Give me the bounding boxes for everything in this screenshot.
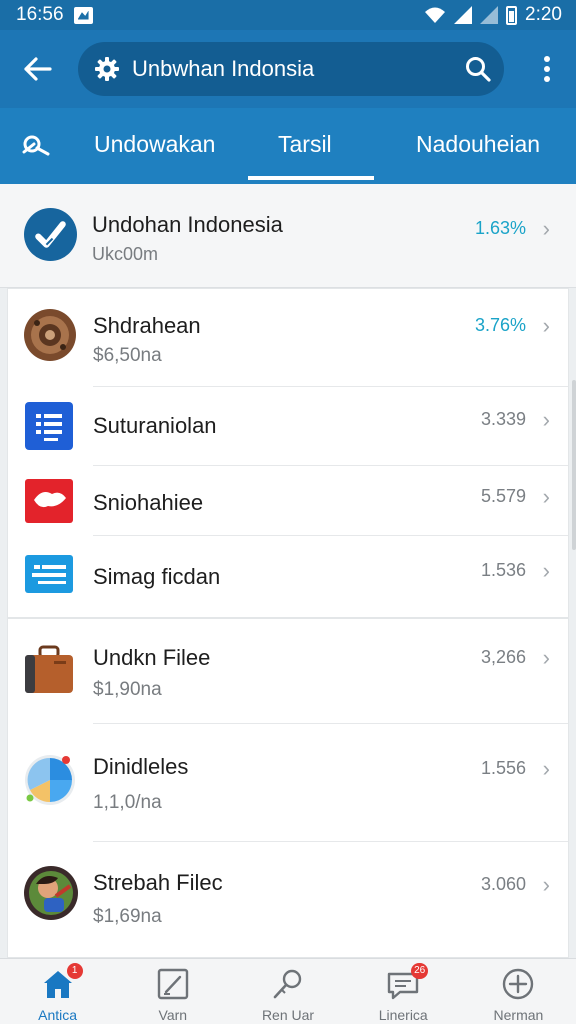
chevron-right-icon: › [542,484,550,509]
list-item-title: Sniohahiee [93,490,204,515]
blue-card-icon [25,555,73,593]
document-list-icon [25,402,73,450]
search-button[interactable] [452,42,504,96]
nav-item-search[interactable]: Ren Uar [230,959,345,1024]
nav-item-add[interactable]: Nerman [461,959,576,1024]
gear-icon [95,57,119,81]
chevron-right-icon: › [542,216,550,241]
list-item-subtitle: $6,50na [93,345,162,366]
more-dot [544,66,550,72]
list-card: Shdrahean $6,50na 3.76% › Suturaniolan 3… [7,288,569,618]
list-item-title: Shdrahean [93,313,201,338]
search-title: Unbwhan Indonsia [132,56,315,81]
list-item-title: Suturaniolan [93,413,217,438]
list-item-value: 1.556 [480,758,526,778]
back-button[interactable] [0,30,76,108]
list-item-value: 3.339 [480,409,526,429]
search-bar[interactable]: Unbwhan Indonsia [78,42,504,96]
list-item[interactable]: Undkn Filee $1,90na 3,266 › [8,619,568,724]
notification-badge: 26 [411,963,429,979]
pie-chart-app-icon [25,755,75,805]
more-options-button[interactable] [532,52,562,86]
signal-icon-2 [480,6,499,24]
tab-undowakan[interactable]: Undowakan [94,108,215,184]
edit-icon [156,967,190,1001]
checkmark-avatar-icon [24,208,77,261]
header-list-item[interactable]: Undohan Indonesia Ukc00m 1.63% › [0,184,576,288]
scrollbar[interactable] [572,380,576,550]
status-time-right: 2:20 [525,4,562,25]
signal-icon [454,6,473,24]
tab-indicator [248,176,374,180]
list-item-value: 5.579 [480,486,526,506]
list-item-value: 3.76% [474,315,526,335]
chevron-right-icon: › [542,558,550,583]
list-item-value: 3,266 [480,647,526,667]
list-item-subtitle: 1,1,0/na [93,792,162,813]
more-dot [544,76,550,82]
status-right: 2:20 [424,4,562,26]
wifi-icon [425,7,446,23]
list-item-title: Undkn Filee [93,645,211,670]
header-item-value: 1.63% [474,218,526,238]
nav-label: Antica [38,1007,78,1023]
nav-item-home[interactable]: 1 Antica [0,959,115,1024]
list-item-value: 1.536 [480,560,526,580]
list-item[interactable]: Suturaniolan 3.339 › [8,387,568,466]
tab-nadouheian[interactable]: Nadouheian [416,108,540,184]
list-item-subtitle: $1,69na [93,906,162,927]
image-notification-icon [73,6,93,24]
list-item[interactable]: Sniohahiee 5.579 › [8,466,568,536]
app-bar: Unbwhan Indonsia [0,30,576,108]
chevron-right-icon: › [542,313,550,338]
avatar-game-icon [24,866,78,920]
red-card-icon [25,479,73,523]
nav-label: Varn [158,1007,188,1023]
list-item-subtitle: $1,90na [93,679,162,700]
chevron-right-icon: › [542,407,550,432]
status-time-left: 16:56 [16,4,64,25]
speaker-app-icon [24,309,76,361]
message-icon: 26 [386,963,429,1001]
list-item-value: 3.060 [480,874,526,894]
chevron-right-icon: › [542,645,550,670]
nav-label: Linerica [378,1007,428,1023]
list-item-title: Simag ficdan [93,564,221,589]
back-arrow-icon [24,57,52,81]
home-icon: 1 [41,963,83,1001]
bottom-navigation: 1 Antica Varn Ren Uar 26 Linerica Nerman [0,958,576,1024]
notification-badge: 1 [66,963,83,979]
briefcase-icon [25,645,73,693]
tab-bar: Undowakan Tarsil Nadouheian [0,108,576,184]
list-card: Undkn Filee $1,90na 3,266 › Dinidleles 1… [7,618,569,958]
list-item-title: Dinidleles [93,754,189,779]
chevron-right-icon: › [542,756,550,781]
list-item[interactable]: Strebah Filec $1,69na 3.060 › [8,842,568,959]
status-bar: 16:56 2:20 [0,0,576,30]
list-item[interactable]: Dinidleles 1,1,0/na 1.556 › [8,724,568,842]
nav-item-edit[interactable]: Varn [115,959,230,1024]
list-item[interactable]: Shdrahean $6,50na 3.76% › [8,289,568,387]
filter-tab-icon[interactable] [20,130,52,162]
add-circle-icon [501,967,535,1001]
search-icon [466,57,491,82]
header-item-subtitle: Ukc00m [92,244,159,264]
battery-icon [506,5,518,25]
nav-label: Ren Uar [261,1007,315,1023]
nav-item-messages[interactable]: 26 Linerica [346,959,461,1024]
list-item-title: Strebah Filec [93,870,223,895]
status-left: 16:56 [16,4,93,26]
nav-label: Nerman [493,1007,544,1023]
header-item-title: Undohan Indonesia [92,212,283,237]
chevron-right-icon: › [542,872,550,897]
magnifier-icon [271,967,305,1001]
list-item[interactable]: Simag ficdan 1.536 › [8,536,568,619]
more-dot [544,56,550,62]
tab-tarsil[interactable]: Tarsil [278,108,332,184]
